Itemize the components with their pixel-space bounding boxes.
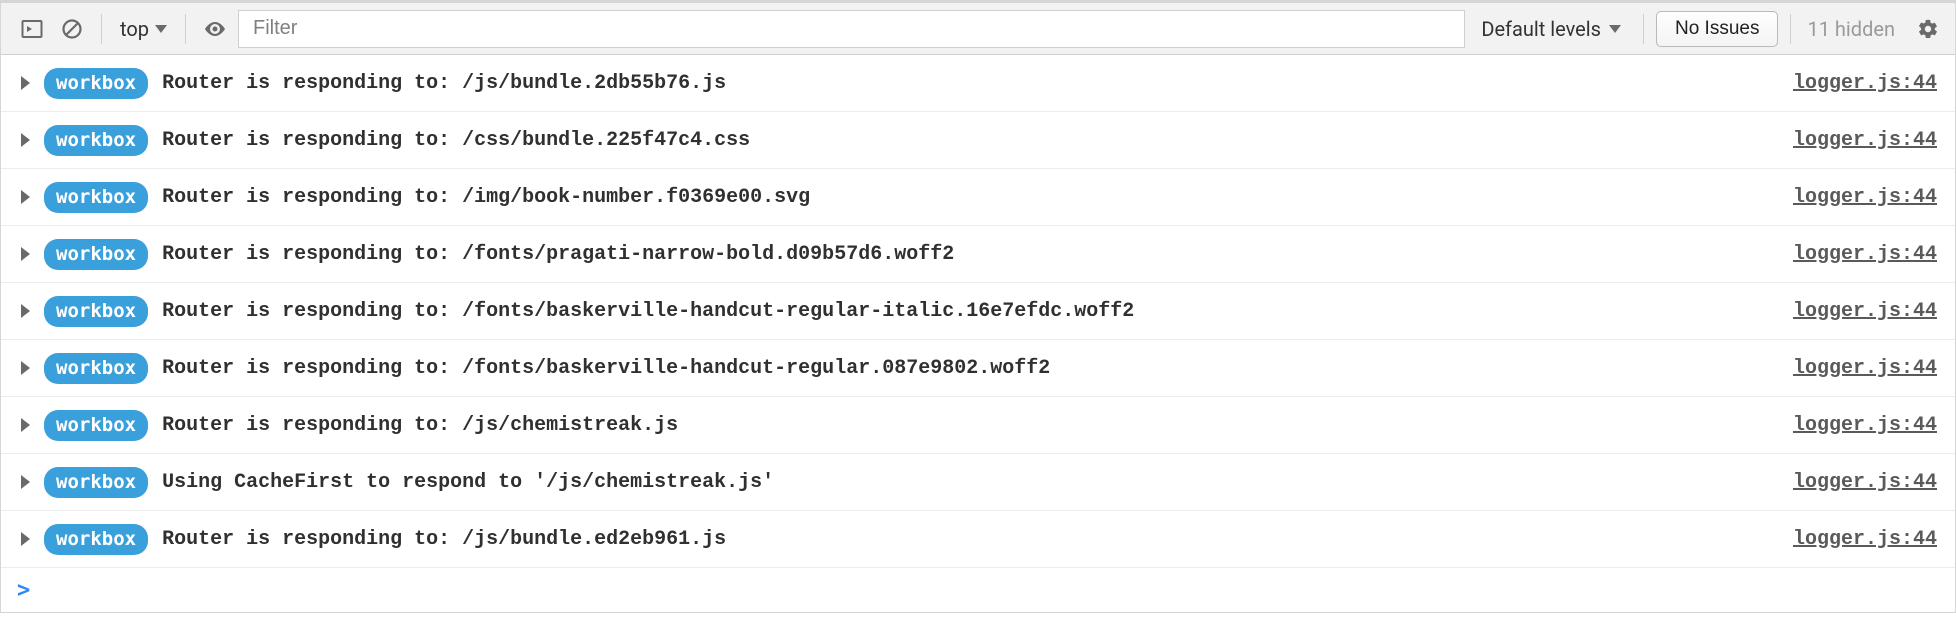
- log-levels-label: Default levels: [1481, 17, 1601, 41]
- disclosure-triangle-icon[interactable]: [21, 418, 30, 432]
- log-row[interactable]: workbox Router is responding to: /js/bund…: [1, 55, 1955, 112]
- toolbar-divider: [185, 14, 186, 44]
- console-toolbar: top Default levels No Issues 11 hidden: [1, 3, 1955, 55]
- source-link[interactable]: logger.js:44: [1793, 129, 1937, 152]
- log-row[interactable]: workbox Router is responding to: /css/bun…: [1, 112, 1955, 169]
- context-selector[interactable]: top: [114, 12, 173, 46]
- clear-console-icon[interactable]: [55, 12, 89, 46]
- disclosure-triangle-icon[interactable]: [21, 76, 30, 90]
- toggle-sidebar-icon[interactable]: [15, 12, 49, 46]
- toolbar-divider: [1643, 14, 1644, 44]
- workbox-badge: workbox: [44, 239, 148, 270]
- issues-button[interactable]: No Issues: [1656, 11, 1778, 47]
- disclosure-triangle-icon[interactable]: [21, 532, 30, 546]
- disclosure-triangle-icon[interactable]: [21, 247, 30, 261]
- workbox-badge: workbox: [44, 182, 148, 213]
- console-prompt[interactable]: >: [1, 568, 1955, 612]
- log-message: Router is responding to: /js/bundle.ed2e…: [162, 528, 1793, 551]
- log-message: Router is responding to: /js/bundle.2db5…: [162, 72, 1793, 95]
- workbox-badge: workbox: [44, 467, 148, 498]
- source-link[interactable]: logger.js:44: [1793, 72, 1937, 95]
- workbox-badge: workbox: [44, 296, 148, 327]
- chevron-down-icon: [155, 25, 167, 33]
- log-row[interactable]: workbox Router is responding to: /img/boo…: [1, 169, 1955, 226]
- disclosure-triangle-icon[interactable]: [21, 133, 30, 147]
- workbox-badge: workbox: [44, 68, 148, 99]
- log-row[interactable]: workbox Using CacheFirst to respond to '/…: [1, 454, 1955, 511]
- source-link[interactable]: logger.js:44: [1793, 528, 1937, 551]
- workbox-badge: workbox: [44, 353, 148, 384]
- log-message: Router is responding to: /js/chemistreak…: [162, 414, 1793, 437]
- log-row[interactable]: workbox Router is responding to: /fonts/p…: [1, 226, 1955, 283]
- workbox-badge: workbox: [44, 125, 148, 156]
- gear-icon[interactable]: [1911, 12, 1945, 46]
- source-link[interactable]: logger.js:44: [1793, 186, 1937, 209]
- log-message: Router is responding to: /fonts/baskervi…: [162, 357, 1793, 380]
- prompt-caret-icon: >: [17, 578, 30, 603]
- context-label: top: [120, 17, 149, 41]
- toolbar-divider: [101, 14, 102, 44]
- log-row[interactable]: workbox Router is responding to: /js/bund…: [1, 511, 1955, 568]
- log-row[interactable]: workbox Router is responding to: /js/chem…: [1, 397, 1955, 454]
- log-levels-selector[interactable]: Default levels: [1471, 17, 1631, 41]
- source-link[interactable]: logger.js:44: [1793, 357, 1937, 380]
- log-message: Router is responding to: /css/bundle.225…: [162, 129, 1793, 152]
- toolbar-divider: [1790, 14, 1791, 44]
- log-message: Router is responding to: /img/book-numbe…: [162, 186, 1793, 209]
- workbox-badge: workbox: [44, 410, 148, 441]
- disclosure-triangle-icon[interactable]: [21, 361, 30, 375]
- chevron-down-icon: [1609, 25, 1621, 33]
- source-link[interactable]: logger.js:44: [1793, 243, 1937, 266]
- disclosure-triangle-icon[interactable]: [21, 304, 30, 318]
- filter-input[interactable]: [238, 10, 1465, 48]
- source-link[interactable]: logger.js:44: [1793, 414, 1937, 437]
- log-message: Router is responding to: /fonts/baskervi…: [162, 300, 1793, 323]
- console-log-list: workbox Router is responding to: /js/bund…: [1, 55, 1955, 568]
- log-row[interactable]: workbox Router is responding to: /fonts/b…: [1, 283, 1955, 340]
- log-row[interactable]: workbox Router is responding to: /fonts/b…: [1, 340, 1955, 397]
- live-expression-icon[interactable]: [198, 12, 232, 46]
- disclosure-triangle-icon[interactable]: [21, 475, 30, 489]
- log-message: Router is responding to: /fonts/pragati-…: [162, 243, 1793, 266]
- log-message: Using CacheFirst to respond to '/js/chem…: [162, 471, 1793, 494]
- source-link[interactable]: logger.js:44: [1793, 471, 1937, 494]
- hidden-count[interactable]: 11 hidden: [1803, 17, 1899, 41]
- source-link[interactable]: logger.js:44: [1793, 300, 1937, 323]
- workbox-badge: workbox: [44, 524, 148, 555]
- disclosure-triangle-icon[interactable]: [21, 190, 30, 204]
